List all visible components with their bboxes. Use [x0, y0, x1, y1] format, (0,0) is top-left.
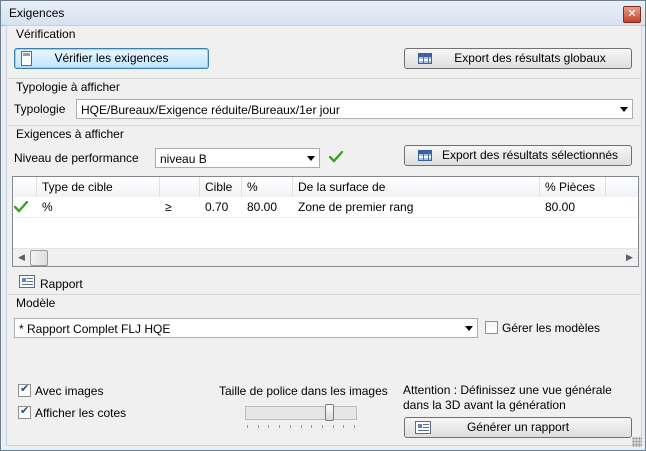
- col-pieces[interactable]: % Pièces: [540, 177, 606, 197]
- avec-images-checkbox[interactable]: [18, 382, 31, 397]
- col-type-de-cible[interactable]: Type de cible: [37, 177, 160, 197]
- close-icon: ✕: [627, 8, 637, 20]
- slider-tick: [268, 425, 269, 428]
- col-cible[interactable]: Cible: [200, 177, 242, 197]
- typologie-label: Typologie: [14, 102, 66, 116]
- section-verification: Vérification: [7, 26, 641, 43]
- verify-button[interactable]: Vérifier les exigences: [14, 48, 209, 69]
- export-global-button[interactable]: Export des résultats globaux: [404, 48, 632, 69]
- export-selection-label: Export des résultats sélectionnés: [441, 148, 619, 162]
- modele-select[interactable]: * Rapport Complet FLJ HQE: [14, 318, 478, 338]
- section-modele: Modèle: [7, 294, 641, 312]
- main-panel: Vérification Vérifier les exigences Expo…: [6, 25, 642, 446]
- resize-gripper[interactable]: [632, 437, 642, 447]
- slider-tick: [290, 425, 291, 428]
- horizontal-scrollbar[interactable]: ◀ ▶: [13, 248, 638, 266]
- chevron-down-icon: [465, 326, 473, 331]
- table-icon: [418, 150, 432, 161]
- grid-header-filler: [606, 177, 638, 197]
- status-ok-icon: [14, 201, 28, 213]
- slider-tick: [311, 425, 312, 428]
- gerer-modeles-checkbox[interactable]: [485, 321, 498, 334]
- scroll-right-button[interactable]: ▶: [621, 249, 638, 266]
- section-typologie: Typologie à afficher: [7, 78, 641, 96]
- cell-percent[interactable]: 80.00: [242, 197, 277, 217]
- slider-tick: [333, 425, 334, 428]
- title-bar[interactable]: Exigences ✕: [1, 1, 645, 26]
- verify-button-label: Vérifier les exigences: [54, 51, 169, 65]
- slider-thumb[interactable]: [325, 404, 334, 421]
- slider-tick: [322, 425, 323, 428]
- cell-pieces[interactable]: 80.00: [540, 197, 575, 217]
- font-size-label: Taille de police dans les images: [219, 384, 388, 398]
- cell-surface[interactable]: Zone de premier rang: [293, 197, 413, 217]
- col-surface[interactable]: De la surface de: [293, 177, 540, 197]
- section-title: Exigences à afficher: [16, 127, 124, 141]
- section-title: Modèle: [16, 296, 56, 310]
- cell-operator[interactable]: ≥: [160, 197, 172, 217]
- rapport-label: Rapport: [40, 277, 83, 291]
- slider-tick: [247, 425, 248, 428]
- typologie-value: HQE/Bureaux/Exigence réduite/Bureaux/1er…: [81, 103, 340, 117]
- col-percent[interactable]: %: [242, 177, 293, 197]
- slider-ticks: [247, 425, 355, 429]
- slider-tick: [279, 425, 280, 428]
- slider-tick: [354, 425, 355, 428]
- scroll-left-button[interactable]: ◀: [13, 249, 30, 266]
- section-title: Typologie à afficher: [16, 80, 120, 94]
- grid-header: Type de cible Cible % De la surface de %…: [13, 177, 638, 198]
- afficher-cotes-checkbox[interactable]: [18, 404, 31, 419]
- slider-tick: [343, 425, 344, 428]
- typologie-select[interactable]: HQE/Bureaux/Exigence réduite/Bureaux/1er…: [76, 99, 633, 119]
- table-icon: [418, 53, 432, 64]
- col-operator[interactable]: [160, 177, 200, 197]
- report-icon: [415, 421, 431, 434]
- slider-tick: [258, 425, 259, 428]
- export-selection-button[interactable]: Export des résultats sélectionnés: [404, 145, 632, 166]
- niveau-label: Niveau de performance: [14, 151, 139, 165]
- gerer-modeles-label: Gérer les modèles: [502, 321, 601, 335]
- chevron-down-icon: [307, 156, 315, 161]
- window-title: Exigences: [9, 6, 65, 20]
- slider-tick: [301, 425, 302, 428]
- cell-type[interactable]: %: [37, 197, 53, 217]
- exigences-window: Exigences ✕ Vérification Vérifier les ex…: [0, 0, 646, 451]
- avec-images-label: Avec images: [35, 384, 104, 398]
- cell-cible[interactable]: 0.70: [200, 197, 228, 217]
- chevron-down-icon: [620, 107, 628, 112]
- attention-note: Attention : Définissez une vue générale …: [403, 383, 612, 412]
- scrollbar-thumb[interactable]: [30, 250, 48, 266]
- section-title: Vérification: [16, 27, 76, 41]
- calculator-icon: [21, 51, 32, 66]
- afficher-cotes-label: Afficher les cotes: [35, 406, 127, 420]
- generate-report-label: Générer un rapport: [466, 420, 570, 434]
- table-row[interactable]: % ≥ 0.70 80.00 Zone de premier rang 80.0…: [13, 197, 638, 218]
- niveau-value: niveau B: [160, 152, 207, 166]
- modele-value: * Rapport Complet FLJ HQE: [19, 322, 171, 336]
- report-icon: [19, 275, 35, 288]
- export-global-label: Export des résultats globaux: [454, 51, 606, 65]
- niveau-select[interactable]: niveau B: [155, 148, 320, 168]
- generate-report-button[interactable]: Générer un rapport: [404, 417, 632, 438]
- font-size-slider[interactable]: [245, 404, 357, 421]
- status-ok-icon: [329, 151, 343, 163]
- section-exigences: Exigences à afficher: [7, 125, 641, 143]
- close-button[interactable]: ✕: [623, 6, 641, 23]
- grid-header-blank: [13, 177, 37, 197]
- exigences-grid[interactable]: Type de cible Cible % De la surface de %…: [12, 176, 639, 267]
